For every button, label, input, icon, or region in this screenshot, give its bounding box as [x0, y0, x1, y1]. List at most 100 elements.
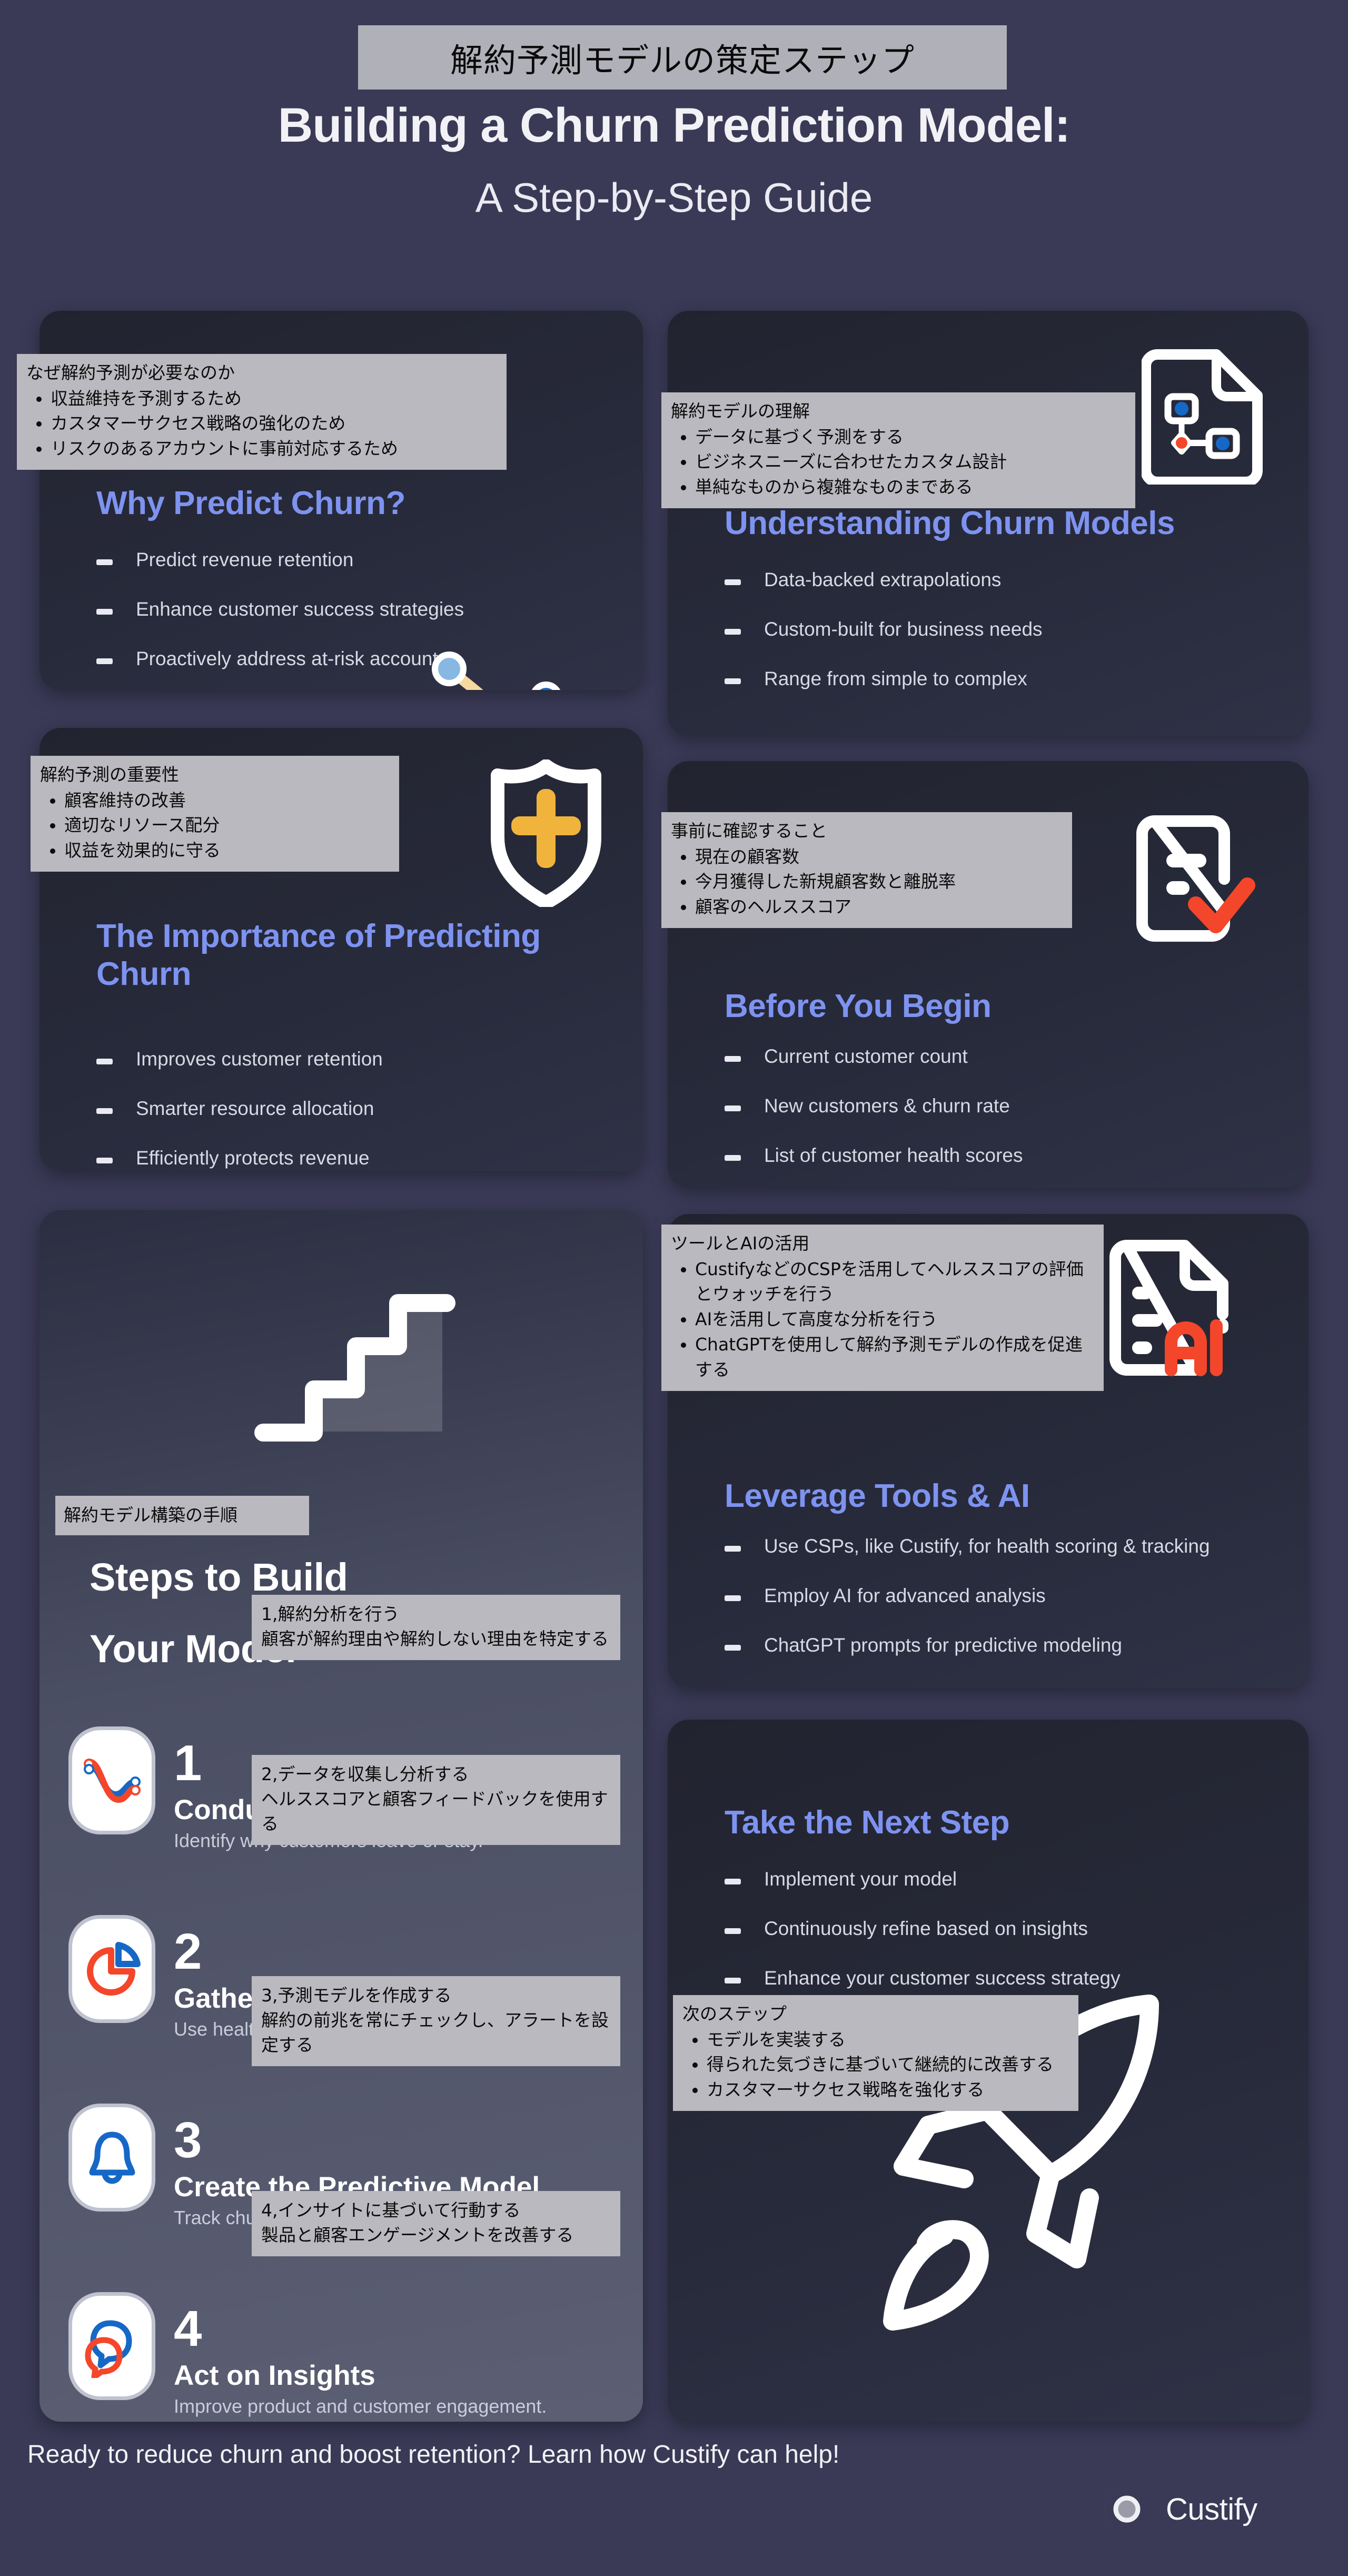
bullet-text: Custom-built for business needs — [764, 618, 1043, 640]
pie-chart-icon — [86, 1941, 141, 1996]
dash-bullet-icon — [725, 1879, 741, 1884]
japanese-overlay-item: 単純なものから複雑なものまである — [695, 475, 1126, 500]
bullet-text: Implement your model — [764, 1868, 957, 1890]
japanese-overlay-heading: なぜ解約予測が必要なのか — [26, 362, 235, 383]
bullet-item: Range from simple to complex — [725, 668, 1277, 690]
japanese-overlay-item: 現在の顧客数 — [695, 844, 1063, 870]
bullet-item: Employ AI for advanced analysis — [725, 1585, 1293, 1607]
japanese-overlay-step-3: 3,予測モデルを作成する 解約の前兆を常にチェックし、アラートを設定する — [252, 1976, 620, 2066]
card-title-importance-of-predicting-churn: The Importance of Predicting Churn — [96, 918, 541, 992]
dash-bullet-icon — [725, 1595, 741, 1601]
bullet-item: Efficiently protects revenue — [96, 1147, 602, 1169]
japanese-overlay-item: 適切なリソース配分 — [64, 813, 390, 838]
japanese-overlay-heading: 解約モデル構築の手順 — [64, 1505, 237, 1525]
step-icon-badge — [68, 2292, 155, 2400]
card-title-before-you-begin: Before You Begin — [725, 988, 992, 1024]
header: 解約予測モデルの策定ステップ Building a Churn Predicti… — [0, 0, 1348, 274]
bullet-list-before-you-begin: Current customer count New customers & c… — [725, 1045, 1277, 1188]
step-number: 3 — [174, 2112, 202, 2168]
bullet-item: Current customer count — [725, 1045, 1277, 1068]
page-title: Building a Churn Prediction Model: — [277, 98, 1071, 152]
bullet-item: Enhance customer success strategies — [96, 598, 602, 620]
step-number: 2 — [174, 1923, 202, 1980]
japanese-overlay-item: カスタマーサクセス戦略を強化する — [707, 2077, 1069, 2103]
speech-bubbles-icon — [85, 2320, 132, 2378]
dash-bullet-icon — [725, 1106, 741, 1111]
japanese-overlay-item: 顧客のヘルススコア — [695, 894, 1063, 920]
bullet-item: New customers & churn rate — [725, 1095, 1277, 1117]
japanese-overlay-item: CustifyなどのCSPを活用してヘルススコアの評価とウォッチを行う — [695, 1257, 1094, 1307]
japanese-overlay-heading: 2,データを収集し分析する — [261, 1764, 469, 1784]
ai-document-icon — [1109, 1240, 1228, 1376]
infographic-page: 解約予測モデルの策定ステップ Building a Churn Predicti… — [0, 0, 1348, 2576]
checklist-check-icon — [1136, 815, 1255, 942]
card-understanding-churn-models[interactable]: Understanding Churn Models Data-backed e… — [668, 311, 1309, 736]
card-title-leverage-tools-ai: Leverage Tools & AI — [725, 1478, 1030, 1514]
japanese-overlay-heading: 次のステップ — [682, 2003, 787, 2024]
dash-bullet-icon — [725, 629, 741, 635]
bullet-item: Implement your model — [725, 1868, 1283, 1890]
bullet-text: Use CSPs, like Custify, for health scori… — [764, 1535, 1210, 1557]
step-row-4[interactable]: 4 Act on Insights Improve product and cu… — [68, 2292, 616, 2422]
bullet-text: Employ AI for advanced analysis — [764, 1585, 1046, 1606]
bullet-item: Custom-built for business needs — [725, 618, 1277, 640]
step-icon-badge — [68, 2104, 155, 2212]
japanese-overlay-leverage-tools-ai: ツールとAIの活用 CustifyなどのCSPを活用してヘルススコアの評価とウォ… — [661, 1225, 1104, 1391]
japanese-overlay-body: ヘルススコアと顧客フィードバックを使用する — [261, 1788, 608, 1834]
bullet-item: Smarter resource allocation — [96, 1098, 602, 1120]
bell-icon — [89, 2131, 135, 2184]
japanese-overlay-step-1: 1,解約分析を行う 顧客が解約理由や解約しない理由を特定する — [252, 1595, 620, 1660]
japanese-overlay-item: 得られた気づきに基づいて継続的に改善する — [707, 2052, 1069, 2077]
bullet-item: Predict revenue retention — [96, 549, 602, 571]
custify-logo-text: Custify — [1166, 2492, 1257, 2526]
dash-bullet-icon — [725, 1056, 741, 1062]
bullet-text: Efficiently protects revenue — [136, 1147, 370, 1169]
bullet-text: Data-backed extrapolations — [764, 569, 1002, 590]
step-icon-badge — [68, 1726, 155, 1834]
japanese-overlay-heading: 事前に確認すること — [671, 821, 827, 841]
header-japanese-badge: 解約予測モデルの策定ステップ — [358, 25, 1007, 90]
japanese-overlay-heading: 3,予測モデルを作成する — [261, 1985, 452, 2006]
japanese-overlay-heading: ツールとAIの活用 — [671, 1233, 810, 1254]
japanese-overlay-understanding-churn-models: 解約モデルの理解 データに基づく予測をする ビジネスニーズに合わせたカスタム設計… — [661, 392, 1135, 509]
bullet-text: Predict revenue retention — [136, 549, 354, 570]
bullet-text: Range from simple to complex — [764, 668, 1027, 689]
japanese-overlay-heading: 4,インサイトに基づいて行動する — [261, 2200, 521, 2220]
custify-logo[interactable]: Custify — [1102, 2484, 1257, 2534]
step-icon-badge — [68, 1915, 155, 2023]
bullet-text: Enhance customer success strategies — [136, 598, 464, 620]
japanese-overlay-item: カスタマーサクセス戦略の強化のため — [51, 411, 497, 436]
japanese-overlay-item: 顧客維持の改善 — [64, 788, 390, 813]
dash-bullet-icon — [96, 1108, 113, 1114]
shield-plus-icon — [491, 759, 601, 907]
bullet-text: Improves customer retention — [136, 1048, 383, 1070]
dash-bullet-icon — [96, 609, 113, 615]
bullet-item: Data-backed extrapolations — [725, 569, 1277, 591]
card-title-steps-line1: Steps to Build — [90, 1555, 348, 1599]
bullet-item: ChatGPT prompts for predictive modeling — [725, 1634, 1293, 1656]
page-subtitle: A Step-by-Step Guide — [475, 174, 873, 221]
bullet-text: Current customer count — [764, 1045, 968, 1067]
japanese-overlay-body: 顧客が解約理由や解約しない理由を特定する — [261, 1628, 609, 1649]
footer-cta-text: Ready to reduce churn and boost retentio… — [27, 2441, 840, 2469]
dash-bullet-icon — [96, 658, 113, 664]
bullet-item: Improves customer retention — [96, 1048, 602, 1070]
stairs-icon — [254, 1294, 455, 1442]
step-number: 1 — [174, 1735, 202, 1791]
bullet-list-understanding-churn-models: Data-backed extrapolations Custom-built … — [725, 569, 1277, 717]
bullet-text: Continuously refine based on insights — [764, 1918, 1088, 1939]
japanese-overlay-take-the-next-step: 次のステップ モデルを実装する 得られた気づきに基づいて継続的に改善する カスタ… — [673, 1995, 1078, 2111]
bullet-list-leverage-tools-ai: Use CSPs, like Custify, for health scori… — [725, 1535, 1293, 1684]
dash-bullet-icon — [96, 1059, 113, 1064]
japanese-overlay-step-4: 4,インサイトに基づいて行動する 製品と顧客エンゲージメントを改善する — [252, 2191, 620, 2256]
dash-bullet-icon — [725, 1645, 741, 1651]
dash-bullet-icon — [725, 579, 741, 585]
bullet-item: Continuously refine based on insights — [725, 1918, 1283, 1940]
japanese-overlay-heading: 解約予測の重要性 — [40, 764, 179, 785]
dash-bullet-icon — [96, 559, 113, 565]
japanese-overlay-heading: 1,解約分析を行う — [261, 1604, 400, 1624]
step-name: Act on Insights — [174, 2360, 375, 2391]
japanese-overlay-item: リスクのあるアカウントに事前対応するため — [51, 436, 497, 461]
japanese-overlay-item: 今月獲得した新規顧客数と離脱率 — [695, 869, 1063, 894]
trend-lines-icon — [83, 1758, 141, 1803]
